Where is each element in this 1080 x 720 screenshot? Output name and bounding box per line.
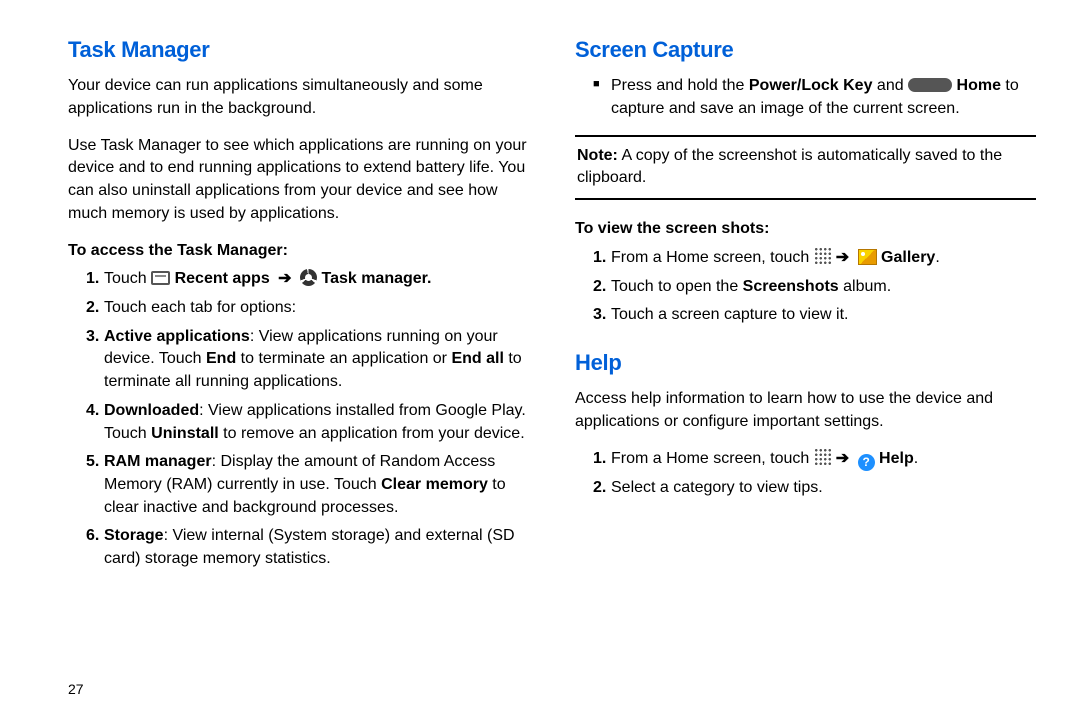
bullet-text-b: and bbox=[872, 77, 908, 94]
help-step-1: 1. From a Home screen, touch ➔ ? Help. bbox=[593, 448, 1036, 471]
active-applications-label: Active applications bbox=[104, 328, 250, 345]
help-label: Help bbox=[875, 450, 914, 467]
help-icon: ? bbox=[858, 454, 875, 471]
step-6-text: : View internal (System storage) and ext… bbox=[104, 527, 515, 567]
help-1-text-a: From a Home screen, touch bbox=[611, 450, 814, 467]
gallery-label: Gallery bbox=[877, 249, 936, 266]
period: . bbox=[914, 450, 918, 467]
period: . bbox=[935, 249, 939, 266]
recent-apps-label: Recent apps bbox=[170, 270, 274, 287]
apps-grid-icon bbox=[814, 448, 832, 466]
left-column: Task Manager Your device can run applica… bbox=[68, 34, 529, 577]
storage-label: Storage bbox=[104, 527, 164, 544]
view-2-text-c: album. bbox=[839, 278, 891, 295]
step-3: 3. Active applications: View application… bbox=[86, 326, 529, 394]
home-button-icon bbox=[908, 78, 952, 92]
help-heading: Help bbox=[575, 347, 1036, 378]
view-step-1: 1. From a Home screen, touch ➔ Gallery. bbox=[593, 247, 1036, 270]
task-manager-heading: Task Manager bbox=[68, 34, 529, 65]
step-1-text-a: Touch bbox=[104, 270, 151, 287]
task-manager-steps: 1. Touch Recent apps ➔ Task manager. 2.T… bbox=[68, 268, 529, 571]
view-3-text: Touch a screen capture to view it. bbox=[611, 306, 848, 323]
help-step-2: 2.Select a category to view tips. bbox=[593, 477, 1036, 500]
task-manager-intro-2: Use Task Manager to see which applicatio… bbox=[68, 135, 529, 226]
help-intro: Access help information to learn how to … bbox=[575, 388, 1036, 433]
task-manager-intro-1: Your device can run applications simulta… bbox=[68, 75, 529, 120]
right-column: Screen Capture Press and hold the Power/… bbox=[575, 34, 1036, 577]
help-steps: 1. From a Home screen, touch ➔ ? Help. 2… bbox=[575, 448, 1036, 500]
view-1-text-a: From a Home screen, touch bbox=[611, 249, 814, 266]
screen-capture-heading: Screen Capture bbox=[575, 34, 1036, 65]
view-2-text-a: Touch to open the bbox=[611, 278, 743, 295]
step-4: 4. Downloaded: View applications install… bbox=[86, 400, 529, 445]
arrow-icon: ➔ bbox=[832, 249, 853, 266]
task-manager-label: Task manager. bbox=[317, 270, 431, 287]
step-5: 5. RAM manager: Display the amount of Ra… bbox=[86, 451, 529, 519]
step-2: 2.Touch each tab for options: bbox=[86, 297, 529, 320]
bullet-text-a: Press and hold the bbox=[611, 77, 749, 94]
task-manager-subhead: To access the Task Manager: bbox=[68, 240, 529, 263]
end-all-label: End all bbox=[451, 350, 503, 367]
task-manager-icon bbox=[300, 269, 317, 286]
note-label: Note: bbox=[577, 147, 618, 164]
power-lock-key-label: Power/Lock Key bbox=[749, 77, 873, 94]
ram-manager-label: RAM manager bbox=[104, 453, 212, 470]
step-3-text-b: to terminate an application or bbox=[236, 350, 451, 367]
downloaded-label: Downloaded bbox=[104, 402, 199, 419]
view-screenshots-steps: 1. From a Home screen, touch ➔ Gallery. … bbox=[575, 247, 1036, 327]
view-step-3: 3.Touch a screen capture to view it. bbox=[593, 304, 1036, 327]
arrow-icon: ➔ bbox=[832, 450, 853, 467]
apps-grid-icon bbox=[814, 247, 832, 265]
uninstall-label: Uninstall bbox=[151, 425, 219, 442]
step-1: 1. Touch Recent apps ➔ Task manager. bbox=[86, 268, 529, 291]
arrow-icon: ➔ bbox=[274, 270, 295, 287]
gallery-icon bbox=[858, 249, 877, 265]
end-label: End bbox=[206, 350, 236, 367]
view-screenshots-subhead: To view the screen shots: bbox=[575, 218, 1036, 241]
screenshots-album-label: Screenshots bbox=[743, 278, 839, 295]
recent-apps-icon bbox=[151, 271, 170, 285]
note-body: A copy of the screenshot is automaticall… bbox=[577, 147, 1002, 187]
note-block: Note: A copy of the screenshot is automa… bbox=[575, 135, 1036, 200]
page-number: 27 bbox=[68, 680, 84, 700]
step-6: 6. Storage: View internal (System storag… bbox=[86, 525, 529, 570]
view-step-2: 2. Touch to open the Screenshots album. bbox=[593, 276, 1036, 299]
screen-capture-bullets: Press and hold the Power/Lock Key and Ho… bbox=[575, 75, 1036, 120]
help-2-text: Select a category to view tips. bbox=[611, 479, 823, 496]
step-2-text: Touch each tab for options: bbox=[104, 299, 296, 316]
step-4-text-b: to remove an application from your devic… bbox=[219, 425, 525, 442]
clear-memory-label: Clear memory bbox=[381, 476, 488, 493]
home-label: Home bbox=[952, 77, 1001, 94]
capture-bullet: Press and hold the Power/Lock Key and Ho… bbox=[593, 75, 1036, 120]
